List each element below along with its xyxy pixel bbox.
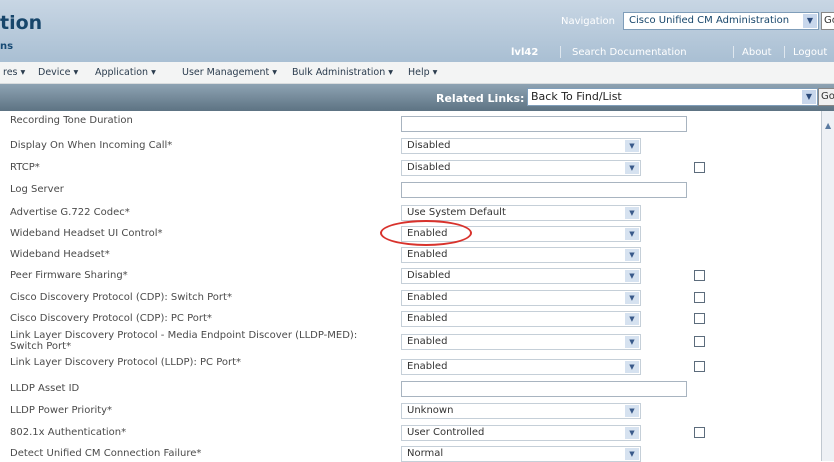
select-value: Disabled: [407, 162, 451, 173]
peer-firmware-sharing-checkbox[interactable]: [694, 270, 705, 281]
app-subtitle: ns: [0, 41, 14, 52]
header-divider: [733, 46, 734, 58]
detect-cm-connection-failure-select[interactable]: Normal ▼: [401, 446, 641, 462]
about-link[interactable]: About: [742, 47, 772, 58]
field-label: Cisco Discovery Protocol (CDP): Switch P…: [10, 292, 232, 303]
related-links-select[interactable]: Back To Find/List ▼: [527, 88, 818, 106]
select-value: Disabled: [407, 270, 451, 281]
cdp-switch-port-select[interactable]: Enabled ▼: [401, 290, 641, 306]
menu-item-user-management[interactable]: User Management ▾: [182, 67, 277, 78]
select-value: Disabled: [407, 140, 451, 151]
rtcp-override-checkbox[interactable]: [694, 162, 705, 173]
select-value: Enabled: [407, 292, 448, 303]
field-label: Link Layer Discovery Protocol (LLDP): PC…: [10, 357, 242, 368]
lldp-pc-port-select[interactable]: Enabled ▼: [401, 359, 641, 375]
user-name: lvl42: [511, 47, 539, 58]
right-scroll-pane[interactable]: ▲: [821, 111, 834, 461]
cdp-pc-port-checkbox[interactable]: [694, 313, 705, 324]
field-label: LLDP Asset ID: [10, 383, 80, 394]
select-value: Enabled: [407, 313, 448, 324]
related-links-bar: Related Links: Back To Find/List ▼ Go: [0, 84, 834, 111]
scroll-up-icon[interactable]: ▲: [825, 121, 831, 130]
select-value: Normal: [407, 448, 444, 459]
chevron-down-icon[interactable]: ▼: [625, 207, 639, 219]
related-links-label: Related Links:: [436, 92, 525, 105]
app-title: tion: [0, 12, 43, 34]
chevron-down-icon[interactable]: ▼: [625, 427, 639, 439]
chevron-down-icon[interactable]: ▼: [625, 162, 639, 174]
field-label: Log Server: [10, 184, 64, 195]
header-divider: [560, 46, 561, 58]
select-value: Enabled: [407, 336, 448, 347]
log-server-input[interactable]: [401, 182, 687, 198]
field-label: Recording Tone Duration: [10, 115, 133, 126]
highlight-annotation-oval: [380, 220, 472, 246]
chevron-down-icon[interactable]: ▼: [803, 14, 817, 28]
navigation-select[interactable]: Cisco Unified CM Administration ▼: [623, 12, 819, 30]
field-label: Advertise G.722 Codec*: [10, 207, 130, 218]
search-documentation-link[interactable]: Search Documentation: [572, 47, 687, 58]
wideband-headset-select[interactable]: Enabled ▼: [401, 247, 641, 263]
cdp-pc-port-select[interactable]: Enabled ▼: [401, 311, 641, 327]
menu-bar: res ▾ Device ▾ Application ▾ User Manage…: [0, 62, 834, 84]
menu-item-device[interactable]: Device ▾: [38, 67, 78, 78]
chevron-down-icon[interactable]: ▼: [625, 313, 639, 325]
field-label: 802.1x Authentication*: [10, 427, 127, 438]
select-value: Unknown: [407, 405, 454, 416]
chevron-down-icon[interactable]: ▼: [625, 361, 639, 373]
rtcp-select[interactable]: Disabled ▼: [401, 160, 641, 176]
recording-tone-duration-input[interactable]: [401, 116, 687, 132]
chevron-down-icon[interactable]: ▼: [625, 292, 639, 304]
field-label: Detect Unified CM Connection Failure*: [10, 448, 202, 459]
select-value: Use System Default: [407, 207, 506, 218]
navigation-select-value: Cisco Unified CM Administration: [629, 15, 790, 26]
menu-item-bulk-administration[interactable]: Bulk Administration ▾: [292, 67, 393, 78]
chevron-down-icon[interactable]: ▼: [625, 249, 639, 261]
settings-form: Recording Tone Duration Display On When …: [0, 111, 830, 462]
field-label: Peer Firmware Sharing*: [10, 270, 128, 281]
header-divider: [784, 46, 785, 58]
8021x-authentication-checkbox[interactable]: [694, 427, 705, 438]
lldp-med-switch-port-checkbox[interactable]: [694, 336, 705, 347]
lldp-asset-id-input[interactable]: [401, 381, 687, 397]
chevron-down-icon[interactable]: ▼: [625, 405, 639, 417]
peer-firmware-sharing-select[interactable]: Disabled ▼: [401, 268, 641, 284]
lldp-pc-port-checkbox[interactable]: [694, 361, 705, 372]
chevron-down-icon[interactable]: ▼: [625, 336, 639, 348]
lldp-med-switch-port-select[interactable]: Enabled ▼: [401, 334, 641, 350]
field-label: Cisco Discovery Protocol (CDP): PC Port*: [10, 313, 212, 324]
menu-item-application[interactable]: Application ▾: [95, 67, 156, 78]
chevron-down-icon[interactable]: ▼: [802, 90, 816, 104]
chevron-down-icon[interactable]: ▼: [625, 448, 639, 460]
chevron-down-icon[interactable]: ▼: [625, 270, 639, 282]
logout-link[interactable]: Logout: [793, 47, 827, 58]
related-links-value: Back To Find/List: [531, 90, 622, 103]
navigation-go-button[interactable]: Go: [821, 12, 834, 30]
select-value: Enabled: [407, 361, 448, 372]
8021x-authentication-select[interactable]: User Controlled ▼: [401, 425, 641, 441]
chevron-down-icon[interactable]: ▼: [625, 228, 639, 240]
field-label: Wideband Headset UI Control*: [10, 228, 163, 239]
navigation-label: Navigation: [561, 16, 615, 27]
related-links-go-button[interactable]: Go: [818, 88, 834, 106]
field-label: LLDP Power Priority*: [10, 405, 113, 416]
advertise-g722-select[interactable]: Use System Default ▼: [401, 205, 641, 221]
field-label: Link Layer Discovery Protocol - Media En…: [10, 330, 358, 352]
display-on-incoming-call-select[interactable]: Disabled ▼: [401, 138, 641, 154]
app-header: tion ns Navigation Cisco Unified CM Admi…: [0, 0, 834, 62]
chevron-down-icon[interactable]: ▼: [625, 140, 639, 152]
field-label: Display On When Incoming Call*: [10, 140, 173, 151]
select-value: Enabled: [407, 249, 448, 260]
field-label: RTCP*: [10, 162, 40, 173]
menu-item-system[interactable]: res ▾: [3, 67, 25, 78]
menu-item-help[interactable]: Help ▾: [408, 67, 437, 78]
lldp-power-priority-select[interactable]: Unknown ▼: [401, 403, 641, 419]
select-value: User Controlled: [407, 427, 485, 438]
field-label: Wideband Headset*: [10, 249, 110, 260]
cdp-switch-port-checkbox[interactable]: [694, 292, 705, 303]
